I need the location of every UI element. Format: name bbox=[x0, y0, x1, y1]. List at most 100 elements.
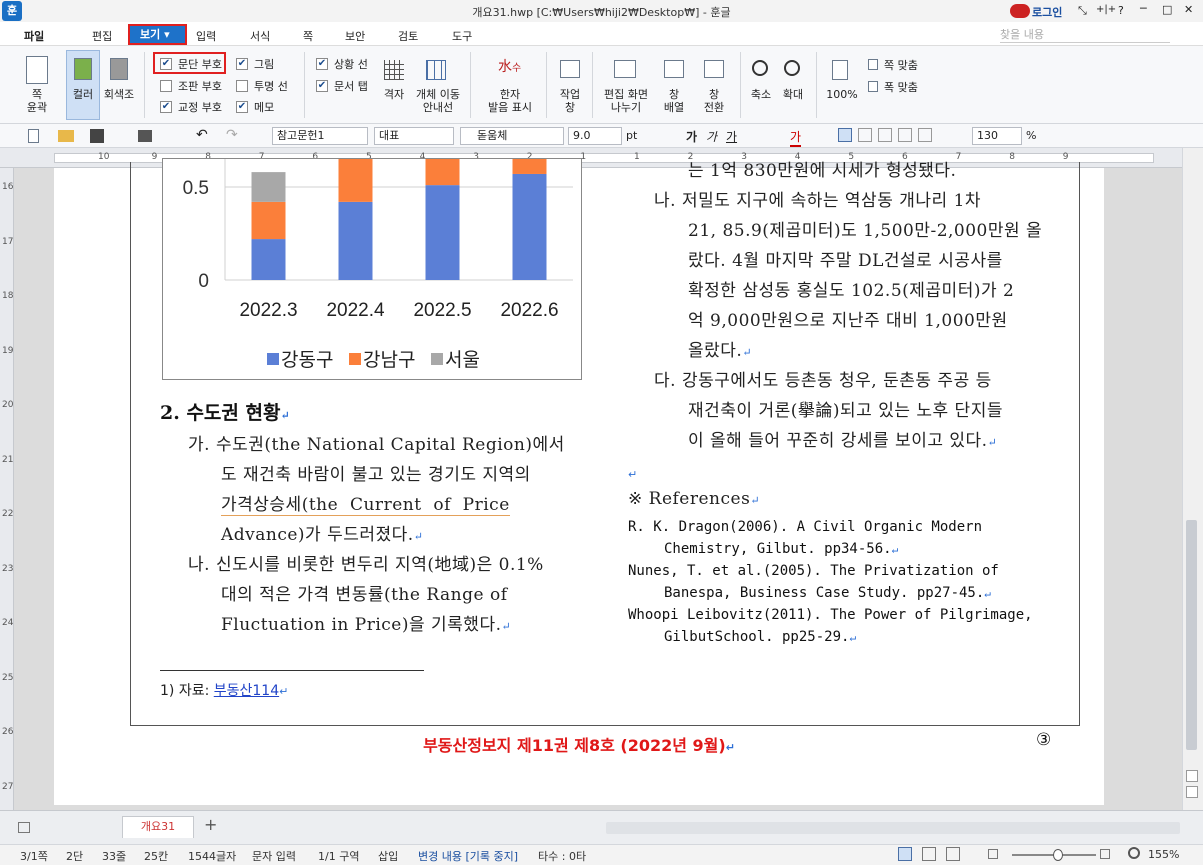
bold-button[interactable]: 가 bbox=[686, 128, 697, 145]
font-size-input[interactable]: 9.0 bbox=[568, 127, 622, 145]
pin-icon[interactable]: +|+ bbox=[1096, 4, 1116, 15]
footnote-link[interactable]: 부동산114 bbox=[214, 683, 279, 699]
zoom-100-button[interactable]: 100% bbox=[824, 88, 860, 101]
font-unit-select[interactable]: pt bbox=[626, 129, 637, 142]
scrollbar-thumb[interactable] bbox=[1186, 520, 1197, 750]
close-button[interactable]: ✕ bbox=[1184, 3, 1193, 16]
transparent-line-label: 투명 선 bbox=[254, 80, 288, 93]
stacked-bar-chart: 0 0.5 2022.3 2022.4 2022.5 2022.6 강동구 강남구 서울 bbox=[183, 159, 573, 371]
split-screen-button[interactable]: 편집 화면 나누기 bbox=[598, 88, 654, 114]
menu-file[interactable]: 파일 bbox=[24, 28, 44, 44]
zoom-in-button[interactable]: 확대 bbox=[778, 88, 808, 101]
status-mode[interactable]: 문자 입력 bbox=[252, 848, 296, 864]
memo-checkbox[interactable]: ✔ bbox=[236, 101, 248, 113]
fit-page-button[interactable]: 쪽 맞춤 bbox=[884, 59, 918, 72]
arrange-button[interactable]: 창 배열 bbox=[656, 88, 692, 114]
document-page[interactable]: 0 0.5 2022.3 2022.4 2022.5 2022.6 강동구 강남구 서울 2. … bbox=[54, 158, 1104, 805]
work-pane-button[interactable]: 작업 창 bbox=[554, 88, 586, 114]
hanja-pronounce-button[interactable]: 한자 발음 표시 bbox=[482, 88, 538, 114]
status-track-changes[interactable]: 변경 내용 [기록 중지] bbox=[418, 848, 518, 864]
undo-icon[interactable]: ↶ bbox=[196, 127, 208, 143]
distribute-icon[interactable] bbox=[918, 128, 932, 142]
x-tick-label: 2022.3 bbox=[239, 300, 297, 321]
search-input[interactable]: 찾을 내용 bbox=[1000, 26, 1170, 43]
menu-insert[interactable]: 입력 bbox=[196, 28, 216, 44]
grid-button[interactable]: 격자 bbox=[376, 88, 412, 101]
underline-button[interactable]: 가 bbox=[726, 128, 737, 145]
status-columns: 2단 bbox=[66, 850, 84, 863]
right-para-1-line-2: 21, 85.9(제곱미터)도 1,500만-2,000만원 올 bbox=[688, 221, 1043, 241]
status-col: 25칸 bbox=[144, 850, 169, 863]
status-insert[interactable]: 삽입 bbox=[378, 848, 398, 864]
status-section: 1/1 구역 bbox=[318, 850, 360, 863]
proof-mark-checkbox[interactable]: ✔ bbox=[160, 101, 172, 113]
ruler-tick: 9 bbox=[1062, 152, 1069, 162]
page-contour-button[interactable]: 쪽 윤곽 bbox=[18, 88, 56, 114]
font-color-button[interactable]: 가 bbox=[790, 128, 802, 147]
new-doc-icon[interactable] bbox=[28, 129, 39, 143]
menu-review[interactable]: 검토 bbox=[398, 28, 418, 44]
legend-label: 강남구 bbox=[363, 349, 415, 371]
ruler-tick: 25 bbox=[2, 672, 14, 683]
help-button[interactable]: ? bbox=[1118, 4, 1124, 17]
zoom-input[interactable]: 130 bbox=[972, 127, 1022, 145]
menu-view[interactable]: 보기 ▾ bbox=[128, 24, 187, 45]
full-screen-icon[interactable] bbox=[946, 847, 960, 861]
italic-button[interactable]: 가 bbox=[706, 128, 717, 145]
obj-move-guide-button[interactable]: 개체 이동 안내선 bbox=[412, 88, 464, 114]
align-justify-icon[interactable] bbox=[838, 128, 852, 142]
grayscale-button[interactable]: 회색조 bbox=[102, 88, 136, 101]
bar-강남구 bbox=[338, 159, 373, 202]
font-select[interactable]: 돋움체 bbox=[460, 127, 564, 145]
redo-icon[interactable]: ↷ bbox=[226, 127, 238, 143]
menu-page[interactable]: 쪽 bbox=[303, 28, 313, 44]
doc-tab-checkbox[interactable]: ✔ bbox=[316, 80, 328, 92]
zoom-out-button[interactable]: 축소 bbox=[746, 88, 776, 101]
fit-width-icon bbox=[868, 81, 878, 92]
next-page-icon[interactable] bbox=[1186, 786, 1198, 798]
legend-label: 서울 bbox=[445, 349, 480, 371]
tab-view-icon[interactable] bbox=[18, 822, 30, 833]
align-left-icon[interactable] bbox=[858, 128, 872, 142]
maximize-button[interactable]: □ bbox=[1162, 3, 1172, 16]
restore-ribbon-icon[interactable]: ⤡ bbox=[1078, 4, 1087, 18]
chart-frame: 0 0.5 2022.3 2022.4 2022.5 2022.6 강동구 강남구 서울 bbox=[162, 158, 582, 380]
web-view-icon[interactable] bbox=[922, 847, 936, 861]
prev-page-icon[interactable] bbox=[1186, 770, 1198, 782]
print-icon[interactable] bbox=[138, 130, 152, 142]
doc-tab[interactable]: 개요31 bbox=[122, 816, 194, 838]
memo-label: 메모 bbox=[254, 101, 275, 114]
add-tab-button[interactable]: + bbox=[204, 815, 217, 834]
reference-2: Nunes, T. et al.(2005). The Privatizatio… bbox=[628, 563, 999, 579]
zoom-in-small-icon[interactable] bbox=[1100, 849, 1110, 859]
bar-서울 bbox=[251, 172, 286, 202]
para-mark-checkbox[interactable]: ✔ bbox=[160, 58, 172, 70]
empty-para-mark: ↵ bbox=[628, 468, 638, 481]
language-select[interactable]: 대표 bbox=[374, 127, 454, 145]
y-tick-label: 0.5 bbox=[183, 178, 209, 199]
user-icon[interactable] bbox=[1010, 4, 1030, 18]
menu-format[interactable]: 서식 bbox=[250, 28, 270, 44]
login-button[interactable]: 로그인 bbox=[1032, 4, 1062, 20]
align-center-icon[interactable] bbox=[898, 128, 912, 142]
normal-view-icon[interactable] bbox=[898, 847, 912, 861]
bar-강남구 bbox=[425, 159, 460, 186]
align-right-icon[interactable] bbox=[878, 128, 892, 142]
switch-window-button[interactable]: 창 전환 bbox=[696, 88, 732, 114]
fit-width-button[interactable]: 폭 맞춤 bbox=[884, 81, 918, 94]
layout-mark-checkbox[interactable] bbox=[160, 80, 172, 92]
menu-security[interactable]: 보안 bbox=[345, 28, 365, 44]
style-select[interactable]: 참고문헌1 bbox=[272, 127, 368, 145]
horizontal-scrollbar[interactable] bbox=[606, 822, 1180, 834]
menu-tools[interactable]: 도구 bbox=[452, 28, 472, 44]
picture-checkbox[interactable]: ✔ bbox=[236, 58, 248, 70]
status-line-checkbox[interactable]: ✔ bbox=[316, 58, 328, 70]
save-icon[interactable] bbox=[90, 129, 104, 143]
transparent-line-checkbox[interactable] bbox=[236, 80, 248, 92]
minimize-button[interactable]: ─ bbox=[1140, 2, 1147, 15]
menu-edit[interactable]: 편집 bbox=[92, 28, 112, 44]
status-zoom[interactable]: 155% bbox=[1148, 848, 1179, 861]
zoom-out-small-icon[interactable] bbox=[988, 849, 998, 859]
open-folder-icon[interactable] bbox=[58, 130, 74, 142]
ribbon-separator bbox=[740, 52, 741, 118]
